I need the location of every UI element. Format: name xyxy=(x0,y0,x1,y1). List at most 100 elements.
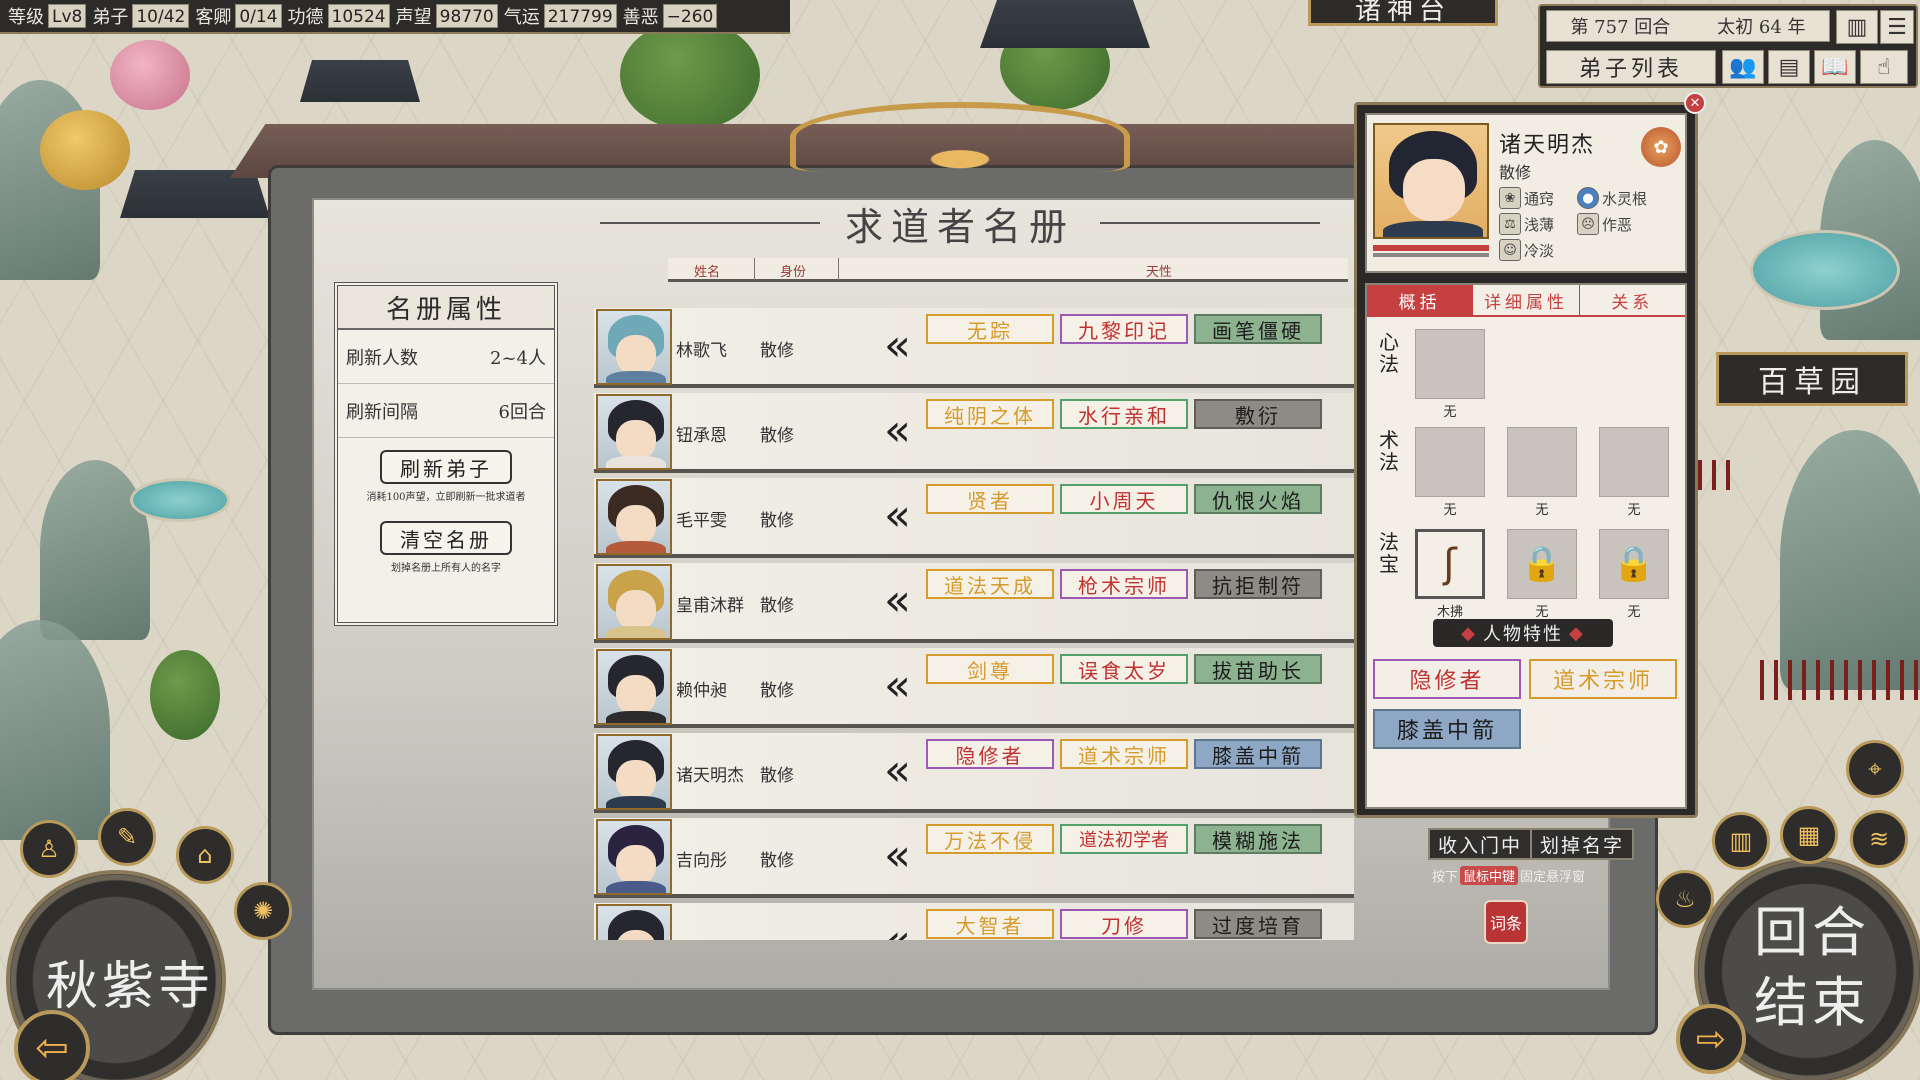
entry-button[interactable]: 词条 xyxy=(1484,900,1528,944)
expand-chevron-icon[interactable]: « xyxy=(884,834,911,878)
next-arrow-icon[interactable]: ⇨ xyxy=(1676,1004,1746,1074)
end-turn-button[interactable]: 回合结束 xyxy=(1752,898,1872,1038)
back-arrow-icon[interactable]: ⇦ xyxy=(14,1010,90,1080)
col-name[interactable]: 姓名 xyxy=(694,261,720,280)
trait-tag[interactable]: 画笔僵硬 xyxy=(1194,314,1322,344)
trait-tag[interactable]: 仇恨火焰 xyxy=(1194,484,1322,514)
trait-tag[interactable]: 拔苗助长 xyxy=(1194,654,1322,684)
column-headers: 姓名 身份 天性 xyxy=(668,258,1348,282)
trait-tag[interactable]: 大智者 xyxy=(926,909,1054,939)
clear-registry-button[interactable]: 清空名册 xyxy=(380,521,512,555)
refresh-disciples-button[interactable]: 刷新弟子 xyxy=(380,450,512,484)
technique-slot[interactable] xyxy=(1599,427,1669,497)
seeker-identity: 散修 xyxy=(760,851,794,871)
hand-icon[interactable]: ☝ xyxy=(1860,50,1908,84)
expand-chevron-icon[interactable]: « xyxy=(884,324,911,368)
detail-tabs: 概括 详细属性 关系 xyxy=(1367,285,1685,317)
pouch-icon[interactable]: ♨ xyxy=(1656,870,1714,928)
refresh-interval-label: 刷新间隔 xyxy=(346,401,418,423)
expand-chevron-icon[interactable]: « xyxy=(884,749,911,793)
book-icon[interactable]: ▥ xyxy=(1836,10,1878,44)
character-trait[interactable]: 膝盖中箭 xyxy=(1373,709,1521,749)
technique-slot[interactable] xyxy=(1415,427,1485,497)
book-icon[interactable]: ▥ xyxy=(1712,812,1770,870)
trait-tag[interactable]: 抗拒制符 xyxy=(1194,569,1322,599)
hint-prefix: 按下 xyxy=(1432,870,1459,885)
trait-tag[interactable]: 枪术宗师 xyxy=(1060,569,1188,599)
attr-comprehension: ⚖ 浅薄 xyxy=(1499,213,1554,235)
seeker-row[interactable]: « 大智者 刀修 过度培育 xyxy=(594,903,1354,940)
trait-tag[interactable]: 道法天成 xyxy=(926,569,1054,599)
lock-icon: 🔒 xyxy=(1507,529,1577,599)
card-icon[interactable]: ▦ xyxy=(1780,806,1838,864)
building-sign-top[interactable]: 诸神台 xyxy=(1308,0,1498,26)
trait-tag[interactable]: 贤者 xyxy=(926,484,1054,514)
trait-tag[interactable]: 膝盖中箭 xyxy=(1194,739,1322,769)
trait-tag[interactable]: 敷衍 xyxy=(1194,399,1322,429)
trait-tag[interactable]: 水行亲和 xyxy=(1060,399,1188,429)
trait-tag[interactable]: 过度培育 xyxy=(1194,909,1322,939)
expand-chevron-icon[interactable]: « xyxy=(884,494,911,538)
open-book-icon[interactable]: 📖 xyxy=(1814,50,1856,84)
trait-tag[interactable]: 道法初学者 xyxy=(1060,824,1188,854)
expand-chevron-icon[interactable]: « xyxy=(884,409,911,453)
seeker-row[interactable]: 皇甫沐群 散修 « 道法天成 枪术宗师 抗拒制符 xyxy=(594,563,1354,643)
scroll-icon[interactable]: ▤ xyxy=(1768,50,1810,84)
seeker-name: 吉向彤 xyxy=(676,851,727,871)
people-icon[interactable]: 👥 xyxy=(1722,50,1764,84)
seeker-identity: 散修 xyxy=(760,511,794,531)
close-icon[interactable]: ✕ xyxy=(1684,92,1706,114)
seeker-row[interactable]: 诸天明杰 散修 « 隐修者 道术宗师 膝盖中箭 xyxy=(594,733,1354,813)
scroll-map-icon[interactable]: ≋ xyxy=(1850,810,1908,868)
traits-header: ◆ 人物特性 ◆ xyxy=(1433,619,1613,647)
col-identity[interactable]: 身份 xyxy=(780,261,806,280)
character-trait[interactable]: 道术宗师 xyxy=(1529,659,1677,699)
technique-slot[interactable] xyxy=(1507,427,1577,497)
trait-tag[interactable]: 误食太岁 xyxy=(1060,654,1188,684)
strike-name-button[interactable]: 划掉名字 xyxy=(1530,828,1635,860)
menu-icon[interactable]: ☰ xyxy=(1880,10,1914,44)
scale-icon: ⚖ xyxy=(1499,213,1521,235)
building-sign-herb-garden[interactable]: 百草园 xyxy=(1716,352,1908,406)
seeker-row[interactable]: 赖仲昶 散修 « 剑尊 误食太岁 拔苗助长 xyxy=(594,648,1354,728)
trait-tag[interactable]: 小周天 xyxy=(1060,484,1188,514)
trait-tag[interactable]: 纯阴之体 xyxy=(926,399,1054,429)
tab-attributes[interactable]: 详细属性 xyxy=(1473,285,1580,315)
trait-tag[interactable]: 道术宗师 xyxy=(1060,739,1188,769)
expand-chevron-icon[interactable]: « xyxy=(884,919,911,941)
col-nature[interactable]: 天性 xyxy=(1146,261,1172,280)
refresh-interval-value: 6回合 xyxy=(498,401,546,423)
trait-tag[interactable]: 万法不侵 xyxy=(926,824,1054,854)
stat-label: 客卿 xyxy=(195,7,232,28)
trait-tag[interactable]: 模糊施法 xyxy=(1194,824,1322,854)
tab-relations[interactable]: 关系 xyxy=(1579,285,1685,315)
stat-value: 98770 xyxy=(435,4,498,28)
detail-portrait xyxy=(1373,123,1489,239)
trait-tag[interactable]: 九黎印记 xyxy=(1060,314,1188,344)
heart-method-slot[interactable] xyxy=(1415,329,1485,399)
trait-tag[interactable]: 剑尊 xyxy=(926,654,1054,684)
expand-chevron-icon[interactable]: « xyxy=(884,579,911,623)
stat-value: 10/42 xyxy=(132,4,190,28)
disciple-list-button[interactable]: 弟子列表 xyxy=(1546,50,1716,84)
attr-label: 通窍 xyxy=(1524,189,1555,208)
map-icon[interactable]: ⌖ xyxy=(1846,740,1904,798)
recruit-button[interactable]: 收入门中 xyxy=(1428,828,1533,860)
scroll-icon[interactable]: ✎ xyxy=(98,808,156,866)
building-icon[interactable]: ⌂ xyxy=(176,826,234,884)
whisk-icon[interactable]: ʃ xyxy=(1415,529,1485,599)
trait-tag[interactable]: 隐修者 xyxy=(926,739,1054,769)
tab-summary[interactable]: 概括 xyxy=(1367,285,1474,315)
seeker-name: 钮承恩 xyxy=(676,426,727,446)
trait-tag[interactable]: 无踪 xyxy=(926,314,1054,344)
disciple-icon[interactable]: ♙ xyxy=(20,820,78,878)
trait-tag[interactable]: 刀修 xyxy=(1060,909,1188,939)
seeker-row[interactable]: 吉向彤 散修 « 万法不侵 道法初学者 模糊施法 xyxy=(594,818,1354,898)
character-trait[interactable]: 隐修者 xyxy=(1373,659,1521,699)
expand-chevron-icon[interactable]: « xyxy=(884,664,911,708)
seeker-row[interactable]: 钮承恩 散修 « 纯阴之体 水行亲和 敷衍 xyxy=(594,393,1354,473)
gear-icon[interactable]: ✺ xyxy=(234,882,292,940)
seeker-row[interactable]: 林歌飞 散修 « 无踪 九黎印记 画笔僵硬 xyxy=(594,308,1354,388)
seeker-row[interactable]: 毛平雯 散修 « 贤者 小周天 仇恨火焰 xyxy=(594,478,1354,558)
attr-temperament: ☺ 冷淡 xyxy=(1499,239,1554,261)
